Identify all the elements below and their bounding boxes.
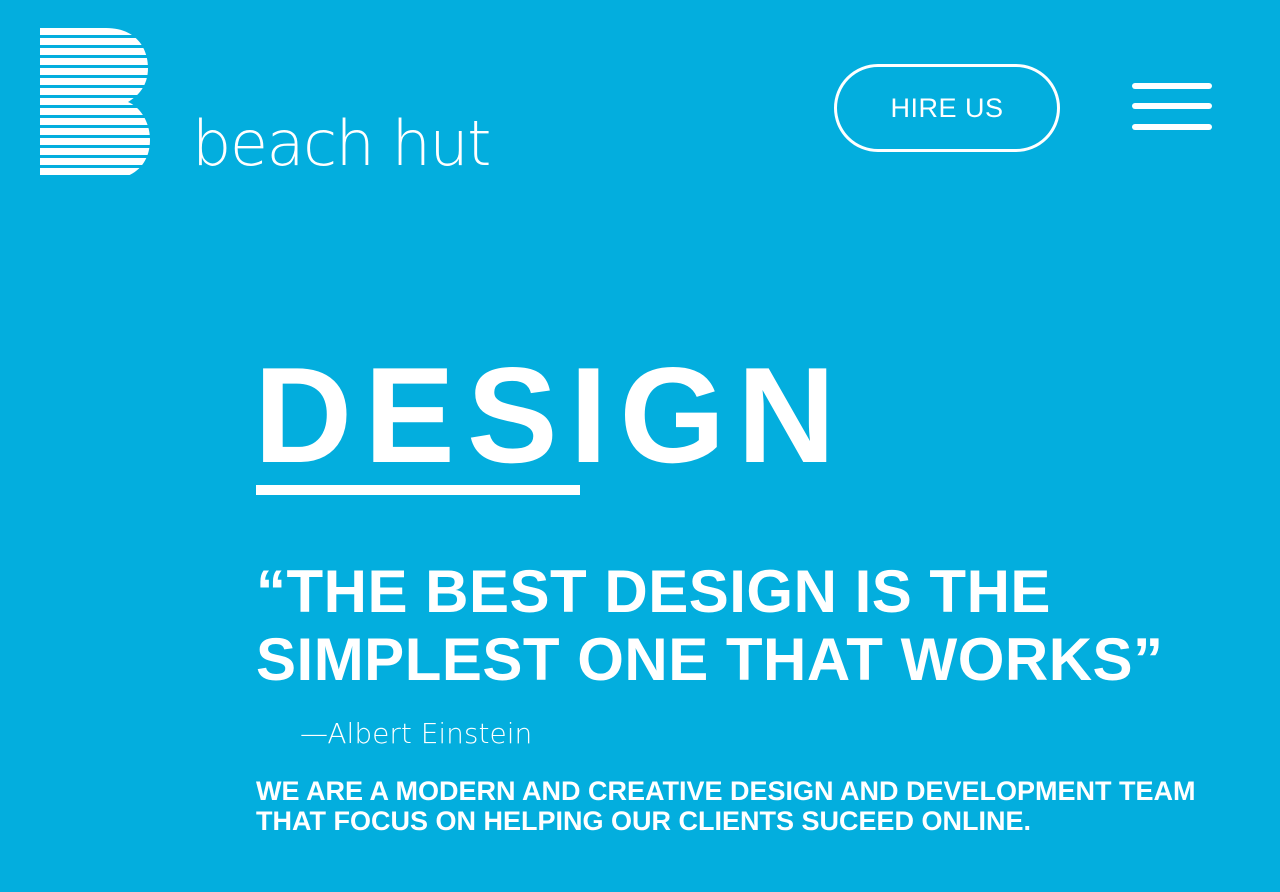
menu-bar <box>1132 103 1212 109</box>
hire-us-button[interactable]: HIRE US <box>834 64 1060 152</box>
striped-b-logo-icon <box>40 28 150 175</box>
quote-attribution: —Albert Einstein <box>300 717 533 750</box>
intro-line: THAT FOCUS ON HELPING OUR CLIENTS SUCEED… <box>256 806 1032 836</box>
menu-bar <box>1132 124 1212 130</box>
intro-text: WE ARE A MODERN AND CREATIVE DESIGN AND … <box>256 776 1196 836</box>
menu-button[interactable] <box>1130 80 1214 138</box>
intro-line: WE ARE A MODERN AND CREATIVE DESIGN AND … <box>256 776 1196 806</box>
heading-underline <box>256 485 580 495</box>
brand-name: beach hut <box>192 107 491 180</box>
menu-bar <box>1132 83 1212 89</box>
quote: “THE BEST DESIGN IS THE SIMPLEST ONE THA… <box>256 558 1164 694</box>
hero-heading: DESIGN <box>254 339 848 491</box>
quote-line: “THE BEST DESIGN IS THE <box>256 558 1051 625</box>
page: beach hut HIRE US DESIGN “THE BEST DESIG… <box>0 0 1280 892</box>
brand-logo-link[interactable]: beach hut <box>40 28 540 188</box>
quote-line: SIMPLEST ONE THAT WORKS” <box>256 626 1164 693</box>
